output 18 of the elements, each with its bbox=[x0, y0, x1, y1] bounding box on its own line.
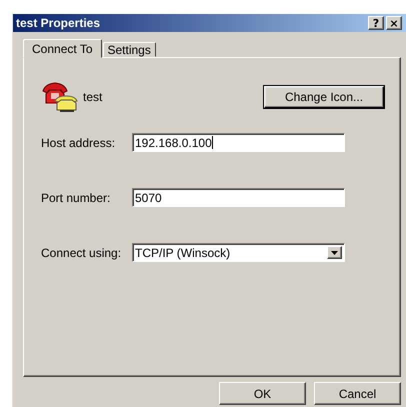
close-button[interactable]: × bbox=[386, 16, 402, 30]
dropdown-field[interactable]: TCP/IP (Winsock) bbox=[132, 243, 345, 262]
connection-name: test bbox=[83, 90, 104, 104]
caret-icon bbox=[331, 250, 338, 254]
input-field[interactable]: 5070 bbox=[132, 188, 345, 207]
field-label: Connect using: bbox=[41, 246, 122, 260]
ok-button[interactable]: OK bbox=[219, 382, 306, 405]
field-label: Host address: bbox=[41, 136, 116, 150]
field-label: Port number: bbox=[41, 190, 112, 204]
tab[interactable]: Connect To bbox=[23, 39, 102, 58]
input-field[interactable]: 192.168.0.100 bbox=[132, 133, 345, 152]
telephone-icon bbox=[41, 81, 79, 113]
window-title: test Properties bbox=[16, 16, 102, 30]
tab[interactable]: Settings bbox=[102, 42, 156, 57]
help-button[interactable]: ? bbox=[368, 16, 384, 30]
cancel-button[interactable]: Cancel bbox=[314, 382, 401, 405]
dropdown-button[interactable] bbox=[327, 246, 342, 259]
change-icon-button[interactable]: Change Icon... bbox=[264, 86, 384, 108]
